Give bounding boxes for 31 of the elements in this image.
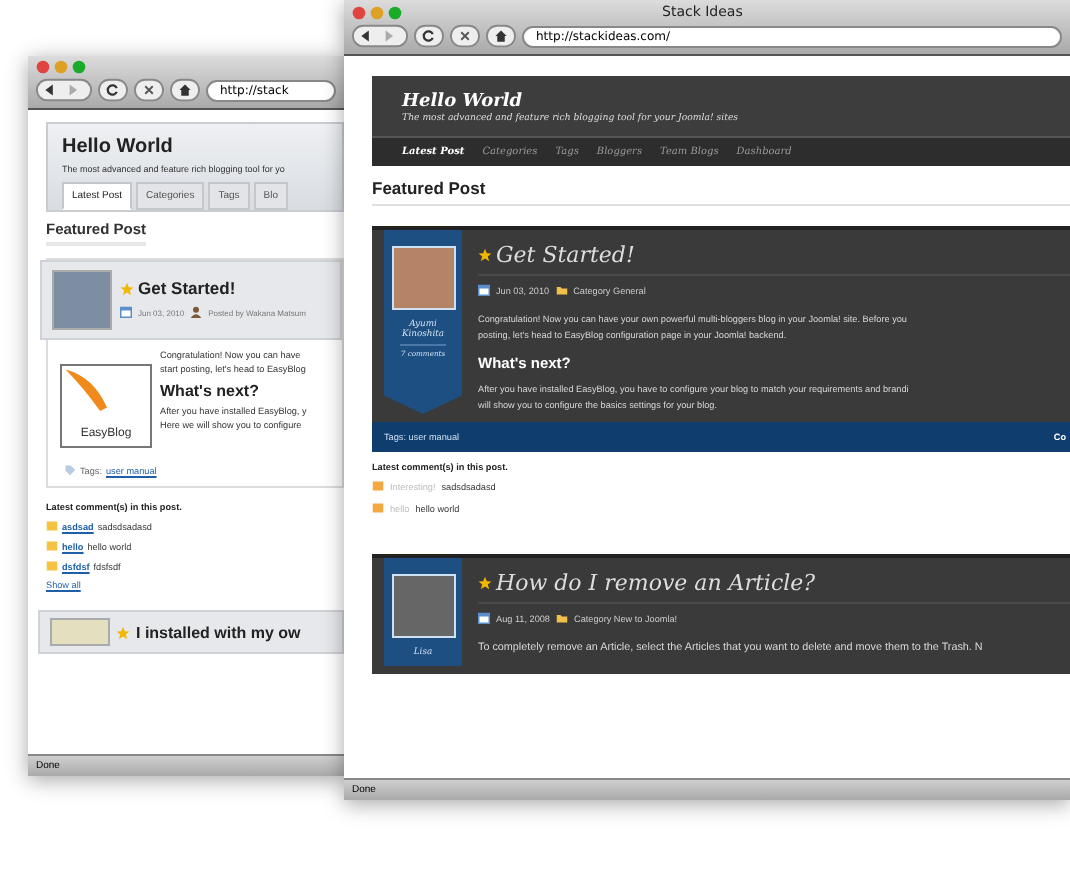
reload-icon[interactable] xyxy=(98,78,128,102)
avatar-placeholder xyxy=(391,574,455,638)
site-title: Hello World xyxy=(62,136,173,158)
star-icon xyxy=(120,281,134,295)
home-icon[interactable] xyxy=(170,78,200,102)
site-title: Hello World xyxy=(402,92,525,112)
home-icon[interactable] xyxy=(486,24,516,48)
person-icon xyxy=(190,306,203,318)
back-forward-icon[interactable] xyxy=(352,24,408,48)
folder-icon xyxy=(555,284,568,296)
post-title[interactable]: Get Started! xyxy=(138,278,236,298)
calendar-icon xyxy=(478,284,490,296)
calendar-icon xyxy=(120,306,132,318)
section-title: Featured Post xyxy=(372,178,1070,206)
star-icon xyxy=(478,248,492,262)
tag-icon xyxy=(64,464,76,476)
post-title[interactable]: Get Started! xyxy=(496,242,635,268)
post-title[interactable]: I installed with my ow xyxy=(136,623,301,641)
calendar-icon xyxy=(478,612,490,624)
star-icon xyxy=(478,576,492,590)
back-forward-icon[interactable] xyxy=(36,78,92,102)
avatar-placeholder xyxy=(50,618,110,646)
avatar-placeholder xyxy=(52,270,112,330)
post-subheading: What's next? xyxy=(160,382,261,400)
post-title[interactable]: How do I remove an Article? xyxy=(496,570,816,596)
star-icon xyxy=(116,625,130,639)
folder-icon xyxy=(556,612,568,624)
reload-icon[interactable] xyxy=(414,24,444,48)
close-icon[interactable] xyxy=(450,24,480,48)
close-icon[interactable] xyxy=(134,78,164,102)
avatar-placeholder xyxy=(391,246,455,310)
